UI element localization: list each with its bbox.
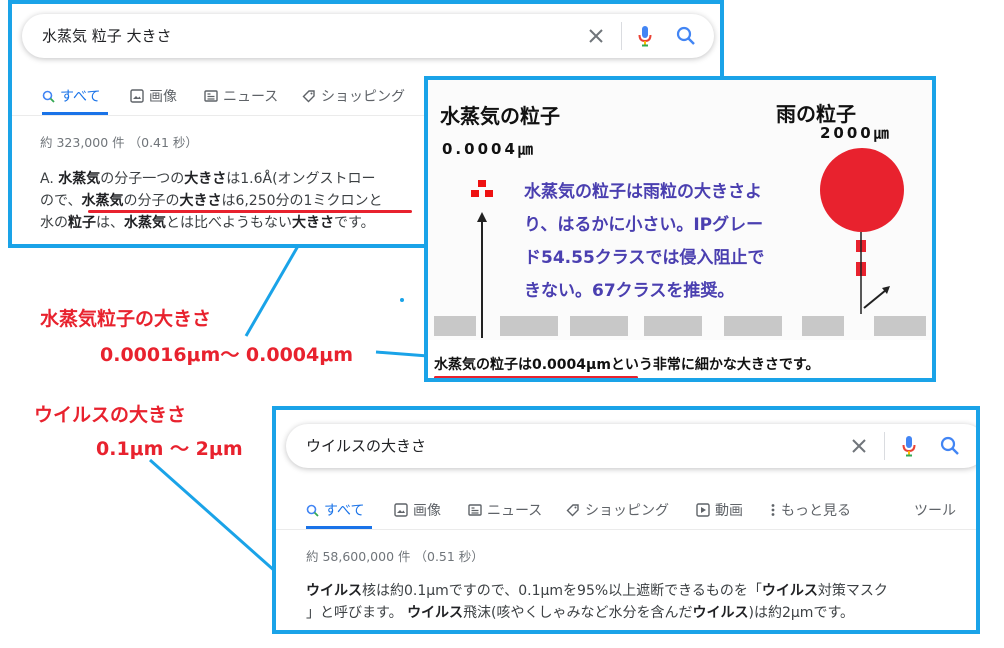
virus-size-label: ウイルスの大きさ xyxy=(34,404,187,426)
result-snippet: ウイルス核は約0.1μmですので、0.1μmを95%以上遮断できるものを「ウイル… xyxy=(306,580,966,624)
raindrop-icon xyxy=(820,148,904,314)
highlight-underline xyxy=(88,210,412,213)
separator xyxy=(621,22,622,50)
tab-more[interactable]: もっと見る xyxy=(770,502,851,542)
tab-all[interactable]: すべて xyxy=(306,502,364,542)
clear-icon[interactable] xyxy=(587,27,605,49)
description-line: り、はるかに小さい。IPグレー xyxy=(524,215,764,235)
tab-label: すべて xyxy=(60,89,101,105)
tab-shopping[interactable]: ショッピング xyxy=(302,88,405,128)
separator xyxy=(884,432,885,460)
image-icon xyxy=(394,503,408,522)
vapor-size-label: 水蒸気粒子の大きさ xyxy=(40,308,212,330)
microphone-icon[interactable] xyxy=(902,435,916,461)
tab-label: 画像 xyxy=(149,89,177,105)
vapor-size-value: 0.00016μm～ 0.0004μm xyxy=(100,344,354,366)
description-line: ド54.55クラスでは侵入阻止で xyxy=(524,248,765,268)
illustration-caption: 水蒸気の粒子は0.0004μmという非常に細かな大きさです。 xyxy=(434,357,820,373)
vapor-particle-size: 0.0004㎛ xyxy=(442,140,536,158)
search-result-panel-virus: ウイルスの大きさ すべて 画像 ニュース ショッピング 動画 もっと見る ツール… xyxy=(272,406,980,634)
tab-label: 画像 xyxy=(413,503,441,519)
vapor-particle-icon xyxy=(471,180,493,338)
search-icon xyxy=(42,90,55,108)
rain-particle-size: 2000㎛ xyxy=(820,124,892,142)
news-icon xyxy=(468,503,482,522)
tab-shopping[interactable]: ショッピング xyxy=(566,502,669,542)
tab-images[interactable]: 画像 xyxy=(394,502,441,542)
illustration-panel: 水蒸気の粒子 0.0004㎛ 雨の粒子 2000㎛ 水蒸気の粒子は雨粒の大きさよ… xyxy=(424,76,936,382)
tab-label: ショッピング xyxy=(321,89,405,105)
news-icon xyxy=(204,89,218,108)
search-icon[interactable] xyxy=(676,26,696,50)
tab-tools[interactable]: ツール xyxy=(914,502,956,542)
search-icon[interactable] xyxy=(940,436,960,460)
description-line: 水蒸気の粒子は雨粒の大きさよ xyxy=(524,182,762,202)
search-input[interactable]: 水蒸気 粒子 大きさ xyxy=(42,25,172,46)
search-icon xyxy=(306,504,319,522)
tab-label: もっと見る xyxy=(781,503,851,519)
microphone-icon[interactable] xyxy=(638,25,652,51)
tab-all[interactable]: すべて xyxy=(42,88,100,128)
virus-size-value: 0.1μm ～ 2μm xyxy=(96,438,243,460)
tag-icon xyxy=(302,89,316,108)
ground-blocks xyxy=(434,316,926,336)
result-stats: 約 58,600,000 件 （0.51 秒） xyxy=(306,549,484,564)
illustration-description: 水蒸気の粒子は雨粒の大きさよ り、はるかに小さい。IPグレー ド54.55クラス… xyxy=(524,176,814,308)
more-vert-icon xyxy=(770,503,776,522)
tab-label: ツール xyxy=(914,503,956,519)
result-stats: 約 323,000 件 （0.41 秒） xyxy=(40,135,198,150)
image-icon xyxy=(130,89,144,108)
tab-label: ショッピング xyxy=(585,503,669,519)
search-box[interactable]: 水蒸気 粒子 大きさ xyxy=(22,14,714,58)
clear-icon[interactable] xyxy=(850,437,868,459)
snippet-line: ウイルス核は約0.1μmですので、0.1μmを95%以上遮断できるものを「ウイル… xyxy=(306,583,888,599)
tab-news[interactable]: ニュース xyxy=(204,88,278,128)
tab-bar: すべて 画像 ニュース ショッピング 動画 もっと見る ツール xyxy=(276,502,976,546)
caption-underline xyxy=(434,376,638,378)
tab-label: ニュース xyxy=(223,89,279,105)
tab-images[interactable]: 画像 xyxy=(130,88,177,128)
description-line: きない。67クラスを推奨。 xyxy=(524,281,735,301)
vapor-particle-title: 水蒸気の粒子 xyxy=(440,104,560,128)
tag-icon xyxy=(566,503,580,522)
search-input[interactable]: ウイルスの大きさ xyxy=(306,435,426,456)
divider xyxy=(276,529,976,530)
tab-label: 動画 xyxy=(715,503,743,519)
tab-videos[interactable]: 動画 xyxy=(696,502,743,542)
play-icon xyxy=(696,503,710,522)
search-box[interactable]: ウイルスの大きさ xyxy=(286,424,976,468)
tab-label: ニュース xyxy=(487,503,543,519)
snippet-line: 」と呼びます。 ウイルス飛沫(咳やくしゃみなど水分を含んだウイルス)は約2μmで… xyxy=(306,605,855,621)
tab-label: すべて xyxy=(324,503,365,519)
tab-news[interactable]: ニュース xyxy=(468,502,542,542)
